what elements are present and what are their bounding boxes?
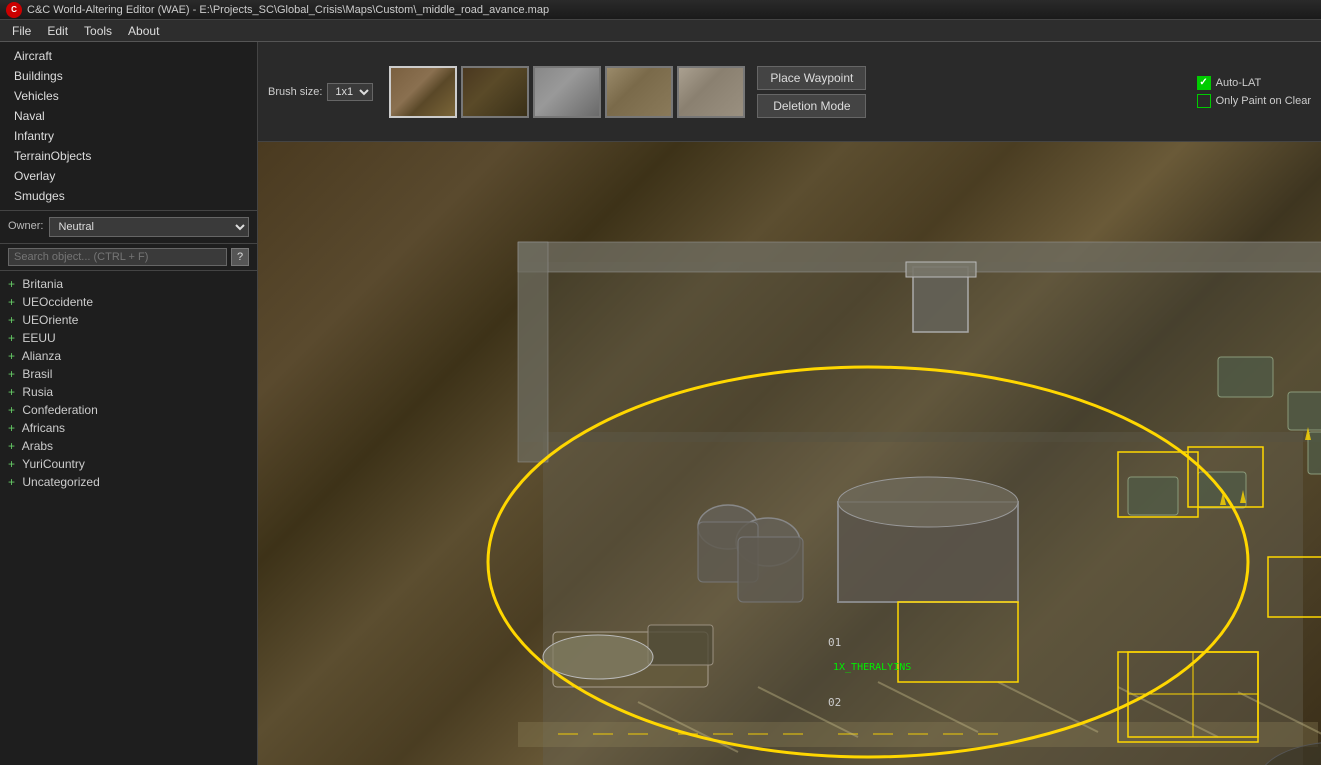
coord-02: 02 [828, 696, 841, 709]
expand-icon: + [8, 403, 15, 417]
tank1 [1218, 357, 1273, 397]
category-vehicles[interactable]: Vehicles [0, 86, 257, 106]
expand-icon: + [8, 421, 15, 435]
swatch-inner-1 [391, 68, 455, 116]
group-ueoriente[interactable]: + UEOriente [0, 311, 257, 329]
group-brasil[interactable]: + Brasil [0, 365, 257, 383]
group-africans[interactable]: + Africans [0, 419, 257, 437]
action-buttons: Place Waypoint Deletion Mode [757, 66, 866, 118]
swatch-inner-4 [607, 68, 671, 116]
group-britania[interactable]: + Britania [0, 275, 257, 293]
tanker [543, 635, 653, 679]
expand-icon: + [8, 367, 15, 381]
owner-select[interactable]: Neutral Britania UEOccidente UEOriente E… [49, 217, 249, 237]
group-rusia[interactable]: + Rusia [0, 383, 257, 401]
search-area: ? [0, 244, 257, 271]
brush-size-label: Brush size: [268, 86, 322, 98]
map-svg: 01 02 03 1X_THERALYINS TX_SOOTHRAYDM NX_… [258, 142, 1321, 765]
owner-area: Owner: Neutral Britania UEOccidente UEOr… [0, 211, 257, 244]
category-aircraft[interactable]: Aircraft [0, 46, 257, 66]
expand-icon: + [8, 331, 15, 345]
tower-top [906, 262, 976, 277]
terrain-swatch-1[interactable] [389, 66, 457, 118]
options-area: ✓ Auto-LAT Only Paint on Clear [1197, 76, 1311, 108]
map-canvas: 01 02 03 1X_THERALYINS TX_SOOTHRAYDM NX_… [258, 142, 1321, 765]
expand-icon: + [8, 439, 15, 453]
terrain-swatches [389, 66, 745, 118]
swatch-inner-5 [679, 68, 743, 116]
main-layout: Aircraft Buildings Vehicles Naval Infant… [0, 42, 1321, 765]
category-buildings[interactable]: Buildings [0, 66, 257, 86]
object-list[interactable]: + Britania + UEOccidente + UEOriente + E… [0, 271, 257, 765]
wall-left [518, 242, 548, 462]
coord-01: 01 [828, 636, 841, 649]
menu-tools[interactable]: Tools [76, 22, 120, 40]
tank4 [1128, 477, 1178, 515]
truck-cab [648, 625, 713, 665]
owner-label: Owner: [8, 220, 43, 232]
label-theralyins: 1X_THERALYINS [833, 662, 911, 673]
terrain-swatch-3[interactable] [533, 66, 601, 118]
category-overlay[interactable]: Overlay [0, 166, 257, 186]
menu-file[interactable]: File [4, 22, 39, 40]
left-panel: Aircraft Buildings Vehicles Naval Infant… [0, 42, 258, 765]
only-paint-label: Only Paint on Clear [1216, 95, 1311, 107]
menu-bar: File Edit Tools About [0, 20, 1321, 42]
only-paint-option: Only Paint on Clear [1197, 94, 1311, 108]
brush-size-area: Brush size: 1x1 2x2 3x3 4x4 5x5 [268, 83, 373, 101]
hangar-roof [838, 477, 1018, 527]
title-text: C&C World-Altering Editor (WAE) - E:\Pro… [27, 4, 549, 16]
brush-size-select[interactable]: 1x1 2x2 3x3 4x4 5x5 [327, 83, 373, 101]
swatch-inner-3 [535, 68, 599, 116]
auto-lat-checkbox[interactable]: ✓ [1197, 76, 1211, 90]
group-ueoccidente[interactable]: + UEOccidente [0, 293, 257, 311]
deletion-mode-button[interactable]: Deletion Mode [757, 94, 866, 118]
group-uncategorized[interactable]: + Uncategorized [0, 473, 257, 491]
category-smudges[interactable]: Smudges [0, 186, 257, 206]
right-area: Brush size: 1x1 2x2 3x3 4x4 5x5 [258, 42, 1321, 765]
top-toolbar: Brush size: 1x1 2x2 3x3 4x4 5x5 [258, 42, 1321, 142]
map-area[interactable]: 01 02 03 1X_THERALYINS TX_SOOTHRAYDM NX_… [258, 142, 1321, 765]
auto-lat-label: Auto-LAT [1216, 77, 1262, 89]
search-help-button[interactable]: ? [231, 248, 249, 266]
tank2 [1288, 392, 1321, 430]
search-input[interactable] [8, 248, 227, 266]
menu-edit[interactable]: Edit [39, 22, 76, 40]
title-bar: C C&C World-Altering Editor (WAE) - E:\P… [0, 0, 1321, 20]
category-infantry[interactable]: Infantry [0, 126, 257, 146]
category-naval[interactable]: Naval [0, 106, 257, 126]
terrain-swatch-4[interactable] [605, 66, 673, 118]
category-terrain-objects[interactable]: TerrainObjects [0, 146, 257, 166]
expand-icon: + [8, 295, 15, 309]
expand-icon: + [8, 385, 15, 399]
place-waypoint-button[interactable]: Place Waypoint [757, 66, 866, 90]
expand-icon: + [8, 475, 15, 489]
terrain-swatch-5[interactable] [677, 66, 745, 118]
expand-icon: + [8, 313, 15, 327]
app-icon: C [6, 2, 22, 18]
group-arabs[interactable]: + Arabs [0, 437, 257, 455]
category-nav: Aircraft Buildings Vehicles Naval Infant… [0, 42, 257, 211]
expand-icon: + [8, 457, 15, 471]
silo2-body [738, 537, 803, 602]
terrain-swatch-2[interactable] [461, 66, 529, 118]
menu-about[interactable]: About [120, 22, 167, 40]
auto-lat-option: ✓ Auto-LAT [1197, 76, 1311, 90]
swatch-inner-2 [463, 68, 527, 116]
only-paint-checkbox[interactable] [1197, 94, 1211, 108]
expand-icon: + [8, 277, 15, 291]
group-alianza[interactable]: + Alianza [0, 347, 257, 365]
group-eeuu[interactable]: + EEUU [0, 329, 257, 347]
group-yuricountry[interactable]: + YuriCountry [0, 455, 257, 473]
group-confederation[interactable]: + Confederation [0, 401, 257, 419]
expand-icon: + [8, 349, 15, 363]
